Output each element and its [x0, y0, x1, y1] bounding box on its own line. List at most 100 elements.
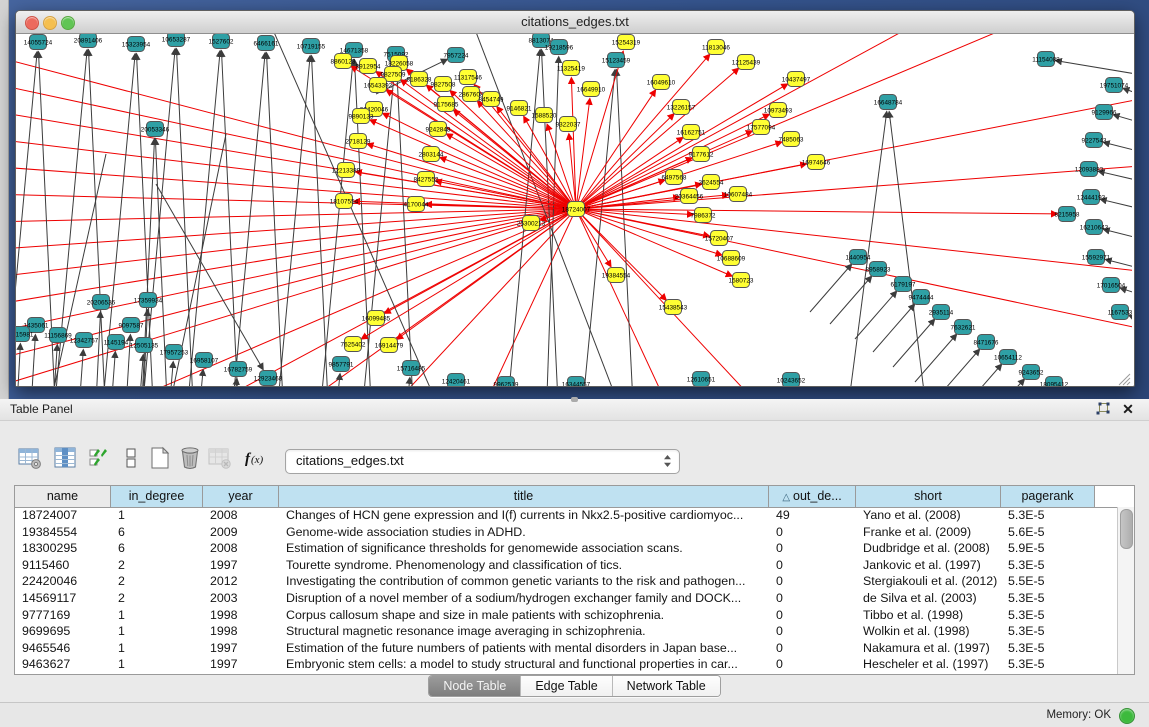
- table-row[interactable]: 1872400712008Changes of HCN gene express…: [15, 507, 1118, 524]
- graph-node[interactable]: 9243652: [1019, 365, 1044, 380]
- table-selector-dropdown[interactable]: citations_edges.txt: [285, 449, 680, 474]
- graph-node[interactable]: 2803144: [419, 147, 444, 162]
- graph-node[interactable]: 10654112: [994, 350, 1022, 365]
- graph-node[interactable]: 2935114: [929, 305, 954, 320]
- table-row[interactable]: 2242004622012Investigating the contribut…: [15, 573, 1118, 590]
- graph-node[interactable]: 10437497: [782, 72, 811, 87]
- graph-node[interactable]: 12420461: [442, 374, 471, 387]
- column-header-pagerank[interactable]: pagerank: [1001, 486, 1095, 507]
- graph-node[interactable]: 12213389: [332, 163, 361, 178]
- table-row[interactable]: 1938455462009Genome-wide association stu…: [15, 524, 1118, 541]
- graph-node[interactable]: 16049610: [647, 75, 676, 90]
- column-header-short[interactable]: short: [856, 486, 1001, 507]
- graph-node[interactable]: 15720407: [705, 231, 734, 246]
- graph-node[interactable]: 8427552: [414, 172, 439, 187]
- delete-table-icon[interactable]: [208, 446, 234, 472]
- tab-edge-table[interactable]: Edge Table: [521, 676, 612, 696]
- graph-node[interactable]: 16648784: [874, 95, 903, 110]
- new-column-icon[interactable]: [148, 446, 174, 472]
- column-header-year[interactable]: year: [203, 486, 279, 507]
- graph-node[interactable]: 12444193: [1077, 190, 1106, 205]
- graph-node[interactable]: 9129966: [1092, 105, 1117, 120]
- citation-network-graph[interactable]: 1405572420891406153239541065328715276026…: [16, 34, 1132, 386]
- graph-node[interactable]: 16782759: [224, 362, 253, 377]
- graph-node[interactable]: 9177612: [689, 147, 714, 162]
- graph-node[interactable]: 20053346: [141, 122, 170, 137]
- graph-node[interactable]: 9322037: [556, 117, 581, 132]
- table-row[interactable]: 977716911998Corpus callosum shape and si…: [15, 607, 1118, 624]
- graph-node[interactable]: 7957224: [444, 48, 469, 63]
- graph-node[interactable]: 7485063: [779, 132, 804, 147]
- graph-node[interactable]: 18095412: [1040, 377, 1069, 387]
- delete-column-icon[interactable]: [178, 446, 204, 472]
- graph-node[interactable]: 9827508: [431, 77, 456, 92]
- graph-node[interactable]: 1588520: [532, 108, 557, 123]
- graph-node[interactable]: 1167533: [1108, 305, 1132, 320]
- graph-node[interactable]: 4170044: [404, 197, 429, 212]
- network-window-titlebar[interactable]: citations_edges.txt: [16, 11, 1134, 34]
- graph-node[interactable]: 7632621: [951, 320, 976, 335]
- graph-node[interactable]: 17016504: [1097, 278, 1126, 293]
- graph-node[interactable]: 9474444: [909, 290, 934, 305]
- graph-node[interactable]: 16344557: [562, 377, 591, 387]
- table-row[interactable]: 946554611997Estimation of the future num…: [15, 640, 1118, 657]
- show-columns-icon[interactable]: [53, 446, 79, 472]
- tab-node-table[interactable]: Node Table: [429, 676, 521, 696]
- graph-node[interactable]: 12125439: [732, 55, 761, 70]
- graph-node[interactable]: 8912954: [356, 59, 381, 74]
- graph-node[interactable]: 7986372: [691, 208, 716, 223]
- graph-node[interactable]: 12610651: [687, 372, 716, 387]
- column-header-name[interactable]: name: [15, 486, 111, 507]
- column-header-out_degree[interactable]: △out_de...: [769, 486, 856, 507]
- graph-node[interactable]: 16162751: [677, 125, 706, 140]
- graph-node[interactable]: 8215958: [1055, 207, 1080, 222]
- graph-node[interactable]: 16974646: [802, 155, 831, 170]
- graph-node[interactable]: 10719155: [297, 39, 326, 54]
- function-builder-icon[interactable]: f (x): [243, 446, 269, 472]
- graph-node[interactable]: 16958107: [190, 353, 219, 368]
- resize-grip-icon[interactable]: [1119, 374, 1130, 385]
- close-panel-icon[interactable]: ✕: [1120, 402, 1136, 418]
- graph-node[interactable]: 9097587: [119, 318, 144, 333]
- splitter-handle[interactable]: [571, 397, 578, 402]
- graph-node[interactable]: 11317546: [454, 70, 482, 85]
- graph-node[interactable]: 13226157: [667, 100, 696, 115]
- table-row[interactable]: 969969511998Structural magnetic resonanc…: [15, 623, 1118, 640]
- graph-node[interactable]: 8471676: [974, 335, 999, 350]
- graph-node[interactable]: 1580723: [729, 273, 754, 288]
- graph-node[interactable]: 10243652: [777, 373, 806, 387]
- graph-node[interactable]: 6179197: [891, 277, 916, 292]
- vertical-scrollbar[interactable]: [1117, 507, 1134, 674]
- graph-node[interactable]: 10653287: [162, 34, 191, 47]
- graph-node[interactable]: 8958923: [866, 262, 891, 277]
- graph-node[interactable]: 10688609: [717, 251, 746, 266]
- graph-node[interactable]: 6497568: [662, 170, 687, 185]
- graph-node[interactable]: 1527602: [209, 34, 234, 49]
- graph-node[interactable]: 15716485: [397, 361, 426, 376]
- collapsed-panel-splitter[interactable]: [0, 0, 9, 399]
- scrollbar-thumb[interactable]: [1120, 509, 1133, 549]
- graph-node[interactable]: 6466161: [254, 36, 279, 51]
- float-panel-icon[interactable]: [1095, 402, 1111, 418]
- graph-node[interactable]: 8186328: [407, 72, 432, 87]
- graph-node[interactable]: 11154088: [1032, 52, 1060, 67]
- graph-node[interactable]: 11813046: [702, 40, 730, 55]
- graph-node[interactable]: 9857791: [329, 357, 354, 372]
- graph-node[interactable]: 11325419: [557, 61, 585, 76]
- table-row[interactable]: 946362711997Embryonic stem cells: a mode…: [15, 656, 1118, 673]
- graph-node[interactable]: 9227543: [1082, 133, 1107, 148]
- graph-node[interactable]: 2718129: [346, 134, 371, 149]
- graph-node[interactable]: 12342757: [70, 333, 99, 348]
- column-header-in_degree[interactable]: in_degree: [111, 486, 203, 507]
- table-row[interactable]: 1456911722003Disruption of a novel membe…: [15, 590, 1118, 607]
- graph-node[interactable]: 15123459: [602, 53, 631, 68]
- graph-node[interactable]: 15592971: [1082, 250, 1111, 265]
- graph-node[interactable]: 17359934: [134, 293, 163, 308]
- network-graph-canvas[interactable]: 1405572420891406153239541065328715276026…: [16, 34, 1132, 386]
- graph-node[interactable]: 10607484: [724, 187, 753, 202]
- select-all-icon[interactable]: [88, 446, 114, 472]
- graph-node[interactable]: 15254319: [612, 35, 641, 50]
- table-row[interactable]: 911546021997Tourette syndrome. Phenomeno…: [15, 557, 1118, 574]
- tab-network-table[interactable]: Network Table: [613, 676, 720, 696]
- graph-node[interactable]: 15438543: [659, 300, 688, 315]
